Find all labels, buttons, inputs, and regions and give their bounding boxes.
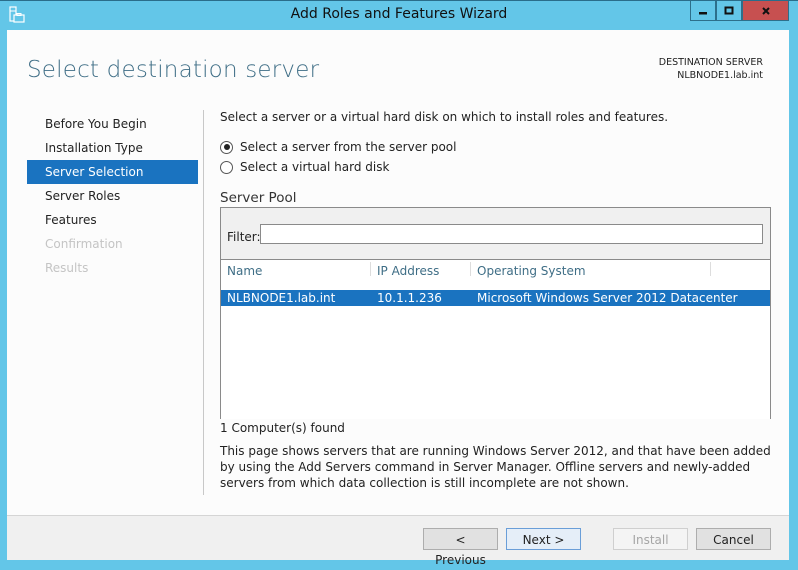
- cell-ip-address: 10.1.1.236: [377, 291, 442, 305]
- title-bar[interactable]: Add Roles and Features Wizard: [0, 0, 798, 30]
- nav-item-server-roles[interactable]: Server Roles: [27, 184, 198, 208]
- minimize-button[interactable]: [690, 1, 716, 21]
- wizard-nav: Before You Begin Installation Type Serve…: [27, 112, 198, 280]
- column-header-ip-address[interactable]: IP Address: [371, 260, 471, 284]
- close-button[interactable]: [742, 1, 789, 21]
- wizard-footer: < Previous Next > Install Cancel: [7, 515, 789, 567]
- radio-server-pool-label[interactable]: Select a server from the server pool: [240, 140, 457, 154]
- close-icon: [761, 6, 770, 15]
- table-row[interactable]: NLBNODE1.lab.int 10.1.1.236 Microsoft Wi…: [221, 290, 770, 306]
- computers-found-count: 1 Computer(s) found: [220, 421, 345, 435]
- destination-server-info: DESTINATION SERVER NLBNODE1.lab.int: [659, 56, 763, 82]
- grid-header: Name IP Address Operating System: [221, 260, 770, 284]
- next-button[interactable]: Next >: [506, 528, 581, 550]
- destination-server-label: DESTINATION SERVER: [658, 57, 763, 68]
- filter-label: Filter:: [227, 230, 261, 244]
- nav-divider: [203, 110, 204, 495]
- nav-item-confirmation: Confirmation: [45, 237, 123, 251]
- filter-input[interactable]: [260, 224, 763, 244]
- nav-item-installation-type[interactable]: Installation Type: [27, 136, 198, 160]
- cell-operating-system: Microsoft Windows Server 2012 Datacenter: [477, 291, 738, 305]
- description-text: This page shows servers that are running…: [220, 444, 771, 490]
- previous-button[interactable]: < Previous: [423, 528, 498, 567]
- radio-virtual-hard-disk[interactable]: Select a virtual hard disk: [220, 160, 389, 174]
- nav-item-before-you-begin[interactable]: Before You Begin: [27, 112, 198, 136]
- cancel-button[interactable]: Cancel: [696, 528, 771, 550]
- column-separator[interactable]: [710, 262, 711, 276]
- server-grid: Name IP Address Operating System NLBNODE…: [221, 259, 770, 419]
- radio-virtual-hard-disk-label[interactable]: Select a virtual hard disk: [240, 160, 389, 174]
- radio-button-unchecked[interactable]: [220, 160, 233, 174]
- radio-button-checked[interactable]: [220, 140, 233, 154]
- nav-item-server-selection[interactable]: Server Selection: [27, 160, 198, 184]
- maximize-button[interactable]: [716, 1, 742, 21]
- server-pool-heading: Server Pool: [220, 190, 297, 206]
- wizard-body: Select destination server DESTINATION SE…: [7, 30, 789, 567]
- maximize-icon: [724, 6, 734, 14]
- server-pool-panel: Filter: Name IP Address Operating System…: [220, 207, 771, 419]
- radio-server-pool[interactable]: Select a server from the server pool: [220, 140, 457, 154]
- column-header-operating-system[interactable]: Operating System: [471, 260, 711, 284]
- nav-item-results: Results: [45, 261, 89, 275]
- window-controls: [690, 1, 789, 22]
- page-title: Select destination server: [27, 57, 320, 83]
- install-button: Install: [613, 528, 688, 550]
- destination-server-value: NLBNODE1.lab.int: [677, 70, 763, 81]
- minimize-icon: [699, 11, 707, 14]
- nav-item-features[interactable]: Features: [27, 208, 198, 232]
- column-header-name[interactable]: Name: [221, 260, 371, 284]
- intro-text: Select a server or a virtual hard disk o…: [220, 110, 669, 124]
- cell-name: NLBNODE1.lab.int: [227, 291, 336, 305]
- window-title: Add Roles and Features Wizard: [290, 6, 508, 22]
